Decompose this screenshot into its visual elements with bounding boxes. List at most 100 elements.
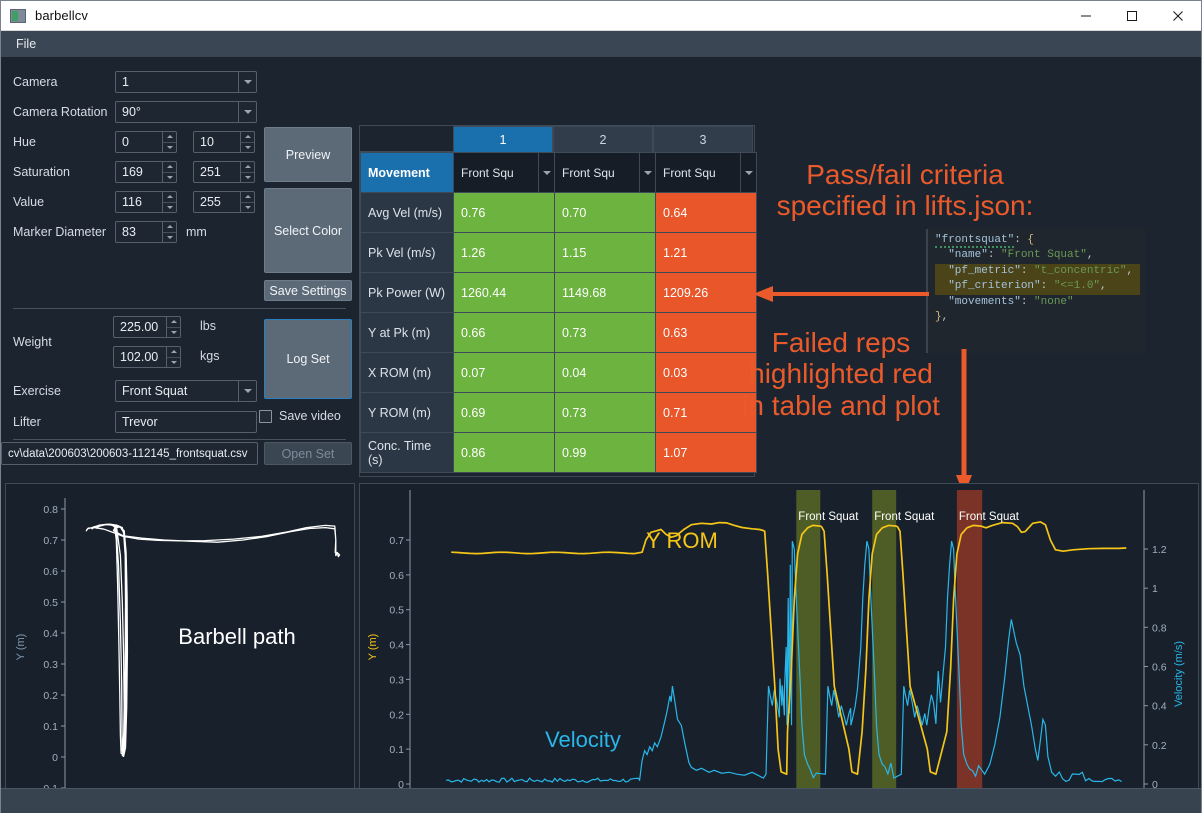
chevron-down-icon[interactable] bbox=[538, 153, 554, 192]
svg-text:0.1: 0.1 bbox=[389, 744, 404, 756]
chevron-down-icon[interactable] bbox=[238, 102, 256, 122]
stepper-arrows[interactable] bbox=[240, 192, 254, 212]
stepper-arrows[interactable] bbox=[240, 162, 254, 182]
stepper-arrows[interactable] bbox=[162, 162, 176, 182]
minimize-icon[interactable] bbox=[1063, 1, 1109, 31]
saturation-max-value: 251 bbox=[200, 165, 221, 179]
barbell-path-plot[interactable]: 0.8 0.7 0.6 0.5 0.4 0.3 0.2 0.1 0 -0.1 bbox=[5, 483, 355, 813]
table-cell[interactable]: 0.69 bbox=[453, 392, 555, 433]
svg-text:0.7: 0.7 bbox=[389, 535, 404, 547]
hue-max-stepper[interactable]: 10 bbox=[193, 131, 255, 153]
table-cell[interactable]: 0.73 bbox=[554, 392, 656, 433]
barbell-path-title: Barbell path bbox=[178, 624, 295, 649]
table-cell[interactable]: 0.99 bbox=[554, 432, 656, 473]
movement-cell-2[interactable]: Front Squ bbox=[554, 152, 656, 193]
table-cell[interactable]: 0.66 bbox=[453, 312, 555, 353]
table-cell[interactable]: 0.70 bbox=[554, 192, 656, 233]
weight-kgs-stepper[interactable]: 102.00 bbox=[113, 346, 181, 368]
camera-rotation-select[interactable]: 90° bbox=[115, 101, 257, 123]
filepath-input[interactable]: cv\data\200603\200603-112145_frontsquat.… bbox=[1, 442, 258, 465]
movement-cell-3[interactable]: Front Squ bbox=[655, 152, 757, 193]
movement-cell-1[interactable]: Front Squ bbox=[453, 152, 555, 193]
lifter-input[interactable]: Trevor bbox=[115, 411, 257, 433]
svg-text:0.1: 0.1 bbox=[43, 721, 58, 733]
value-max-value: 255 bbox=[200, 195, 221, 209]
table-cell[interactable]: 1.21 bbox=[655, 232, 757, 273]
svg-text:Front Squat: Front Squat bbox=[959, 511, 1020, 523]
tabstrip-spacer bbox=[360, 126, 453, 152]
stepper-arrows[interactable] bbox=[166, 347, 180, 367]
value-min-stepper[interactable]: 116 bbox=[115, 191, 177, 213]
preview-button[interactable]: Preview bbox=[264, 127, 352, 182]
save-settings-button[interactable]: Save Settings bbox=[264, 280, 352, 301]
svg-text:0.2: 0.2 bbox=[1152, 740, 1167, 752]
tab-rep-1[interactable]: 1 bbox=[453, 126, 553, 152]
table-cell[interactable]: 0.04 bbox=[554, 352, 656, 393]
weight-lbs-unit: lbs bbox=[200, 319, 216, 333]
checkbox-box[interactable] bbox=[259, 409, 272, 423]
table-cell[interactable]: 1.26 bbox=[453, 232, 555, 273]
table-cell[interactable]: 1.07 bbox=[655, 432, 757, 473]
hue-max-value: 10 bbox=[200, 135, 214, 149]
hue-min-stepper[interactable]: 0 bbox=[115, 131, 177, 153]
menu-item-file[interactable]: File bbox=[7, 34, 45, 54]
window-buttons bbox=[1063, 1, 1201, 31]
annotation-criteria: Pass/fail criteria specified in lifts.js… bbox=[776, 159, 1034, 222]
svg-text:0.5: 0.5 bbox=[389, 605, 404, 617]
stepper-arrows[interactable] bbox=[162, 192, 176, 212]
chevron-down-icon[interactable] bbox=[740, 153, 756, 192]
maximize-icon[interactable] bbox=[1109, 1, 1155, 31]
value-max-stepper[interactable]: 255 bbox=[193, 191, 255, 213]
saturation-min-stepper[interactable]: 169 bbox=[115, 161, 177, 183]
tab-rep-2[interactable]: 2 bbox=[553, 126, 653, 152]
stepper-arrows[interactable] bbox=[240, 132, 254, 152]
weight-lbs-stepper[interactable]: 225.00 bbox=[113, 316, 181, 338]
saturation-min-value: 169 bbox=[122, 165, 143, 179]
divider bbox=[13, 439, 346, 440]
exercise-label: Exercise bbox=[13, 384, 61, 398]
weight-lbs-value: 225.00 bbox=[120, 320, 159, 334]
stepper-arrows[interactable] bbox=[166, 317, 180, 337]
timeline-ylabel-right: Velocity (m/s) bbox=[1173, 641, 1185, 707]
svg-text:0: 0 bbox=[52, 752, 58, 764]
row-label: Pk Power (W) bbox=[360, 272, 454, 313]
table-cell[interactable]: 1209.26 bbox=[655, 272, 757, 313]
table-cell[interactable]: 0.64 bbox=[655, 192, 757, 233]
chevron-down-icon[interactable] bbox=[639, 153, 655, 192]
svg-text:0.4: 0.4 bbox=[389, 640, 404, 652]
stepper-arrows[interactable] bbox=[162, 222, 176, 242]
timeline-ylabel-left: Y (m) bbox=[367, 634, 379, 661]
rep-timeline-plot[interactable]: 0 0.1 0.2 0.3 0.4 0.5 0.6 0.7 0 0.2 0.4 0.6 0.8 1 1.2… bbox=[359, 483, 1199, 813]
save-video-checkbox[interactable]: Save video bbox=[259, 409, 341, 423]
table-cell[interactable]: 0.76 bbox=[453, 192, 555, 233]
chevron-down-icon[interactable] bbox=[238, 72, 256, 92]
close-icon[interactable] bbox=[1155, 1, 1201, 31]
tab-rep-3[interactable]: 3 bbox=[653, 126, 753, 152]
movement-value-1: Front Squ bbox=[461, 165, 514, 180]
reps-table-panel: 1 2 3 Movement Front Squ Front Squ Front… bbox=[359, 125, 757, 477]
exercise-select[interactable]: Front Squat bbox=[115, 380, 257, 402]
open-set-button[interactable]: Open Set bbox=[264, 442, 352, 465]
table-cell[interactable]: 0.86 bbox=[453, 432, 555, 473]
select-color-button[interactable]: Select Color bbox=[264, 188, 352, 273]
saturation-max-stepper[interactable]: 251 bbox=[193, 161, 255, 183]
table-cell[interactable]: 0.07 bbox=[453, 352, 555, 393]
svg-text:0.6: 0.6 bbox=[43, 566, 58, 578]
chevron-down-icon[interactable] bbox=[238, 381, 256, 401]
log-set-button[interactable]: Log Set bbox=[264, 319, 352, 399]
table-cell[interactable]: 0.73 bbox=[554, 312, 656, 353]
reps-table: Movement Front Squ Front Squ Front Squ A… bbox=[360, 152, 757, 473]
table-cell[interactable]: 1.15 bbox=[554, 232, 656, 273]
camera-select[interactable]: 1 bbox=[115, 71, 257, 93]
camera-value: 1 bbox=[122, 75, 129, 89]
table-row: X ROM (m) 0.07 0.04 0.03 bbox=[360, 352, 757, 393]
table-cell[interactable]: 1260.44 bbox=[453, 272, 555, 313]
svg-text:0.3: 0.3 bbox=[43, 659, 58, 671]
marker-diameter-stepper[interactable]: 83 bbox=[115, 221, 177, 243]
row-label: Conc. Time (s) bbox=[360, 432, 454, 473]
yrom-inline-label: Y ROM bbox=[646, 528, 718, 553]
table-cell[interactable]: 1149.68 bbox=[554, 272, 656, 313]
save-video-label: Save video bbox=[279, 409, 341, 423]
stepper-arrows[interactable] bbox=[162, 132, 176, 152]
barbell-path-ylabel: Y (m) bbox=[15, 634, 27, 661]
